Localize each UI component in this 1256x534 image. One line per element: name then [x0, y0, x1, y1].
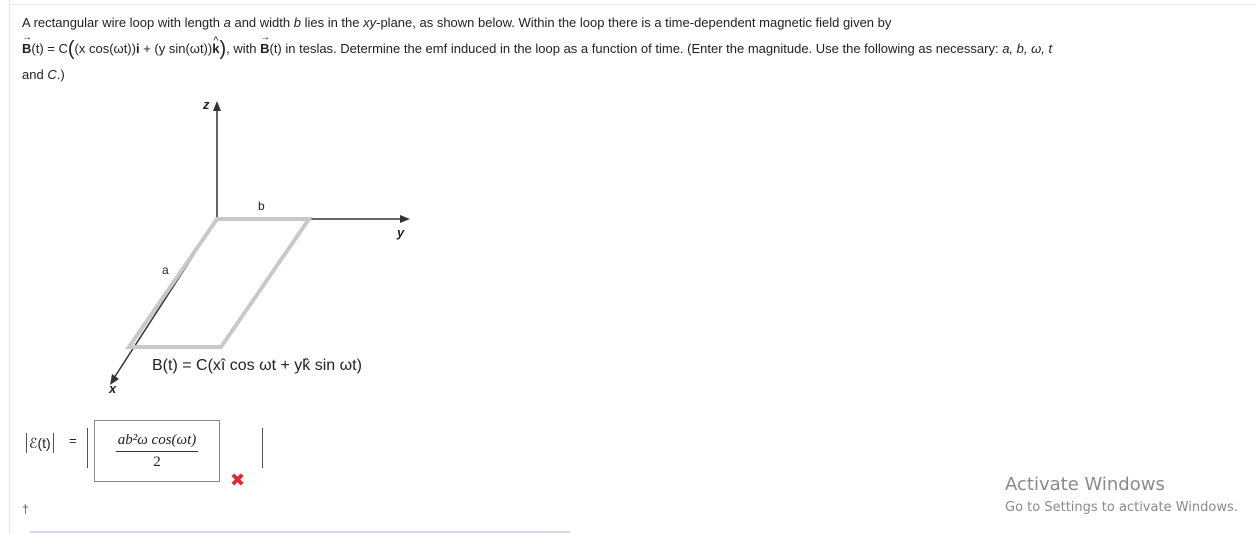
page-top-border	[9, 4, 1256, 5]
emf-label: ℰ(t)	[24, 433, 56, 453]
page-left-border	[9, 0, 10, 534]
answer-numerator: ab²ω cos(ωt)	[115, 432, 199, 452]
activate-windows-subtitle: Go to Settings to activate Windows.	[1005, 500, 1238, 515]
text-cursor	[262, 428, 263, 468]
field-equation: B(t) = C(xî cos ωt + yk̂ sin ωt)	[152, 357, 362, 374]
label-b: b	[258, 199, 265, 213]
equals-sign: =	[69, 433, 77, 448]
loop-diagram	[110, 101, 410, 385]
vector-B: B	[22, 25, 32, 62]
incorrect-icon: ✖	[230, 470, 246, 490]
footnote-dagger: †	[22, 502, 29, 516]
activate-windows-title: Activate Windows	[1005, 474, 1165, 495]
question-text: A rectangular wire loop with length a an…	[22, 10, 1242, 88]
wire-loop	[125, 217, 313, 349]
y-axis-arrow	[400, 215, 410, 223]
answer-fraction: ab²ω cos(ωt) 2	[95, 432, 219, 471]
x-axis-label: x	[109, 381, 117, 396]
abs-bar-left	[87, 428, 88, 468]
answer-input[interactable]: ab²ω cos(ωt) 2	[94, 420, 220, 482]
z-axis-label: z	[203, 97, 210, 112]
y-axis-label: y	[397, 225, 405, 240]
label-a: a	[162, 263, 169, 277]
z-axis-arrow	[213, 101, 221, 111]
bottom-divider	[30, 531, 570, 533]
answer-denominator: 2	[153, 454, 161, 470]
loop-figure: z y x b a	[100, 95, 430, 400]
